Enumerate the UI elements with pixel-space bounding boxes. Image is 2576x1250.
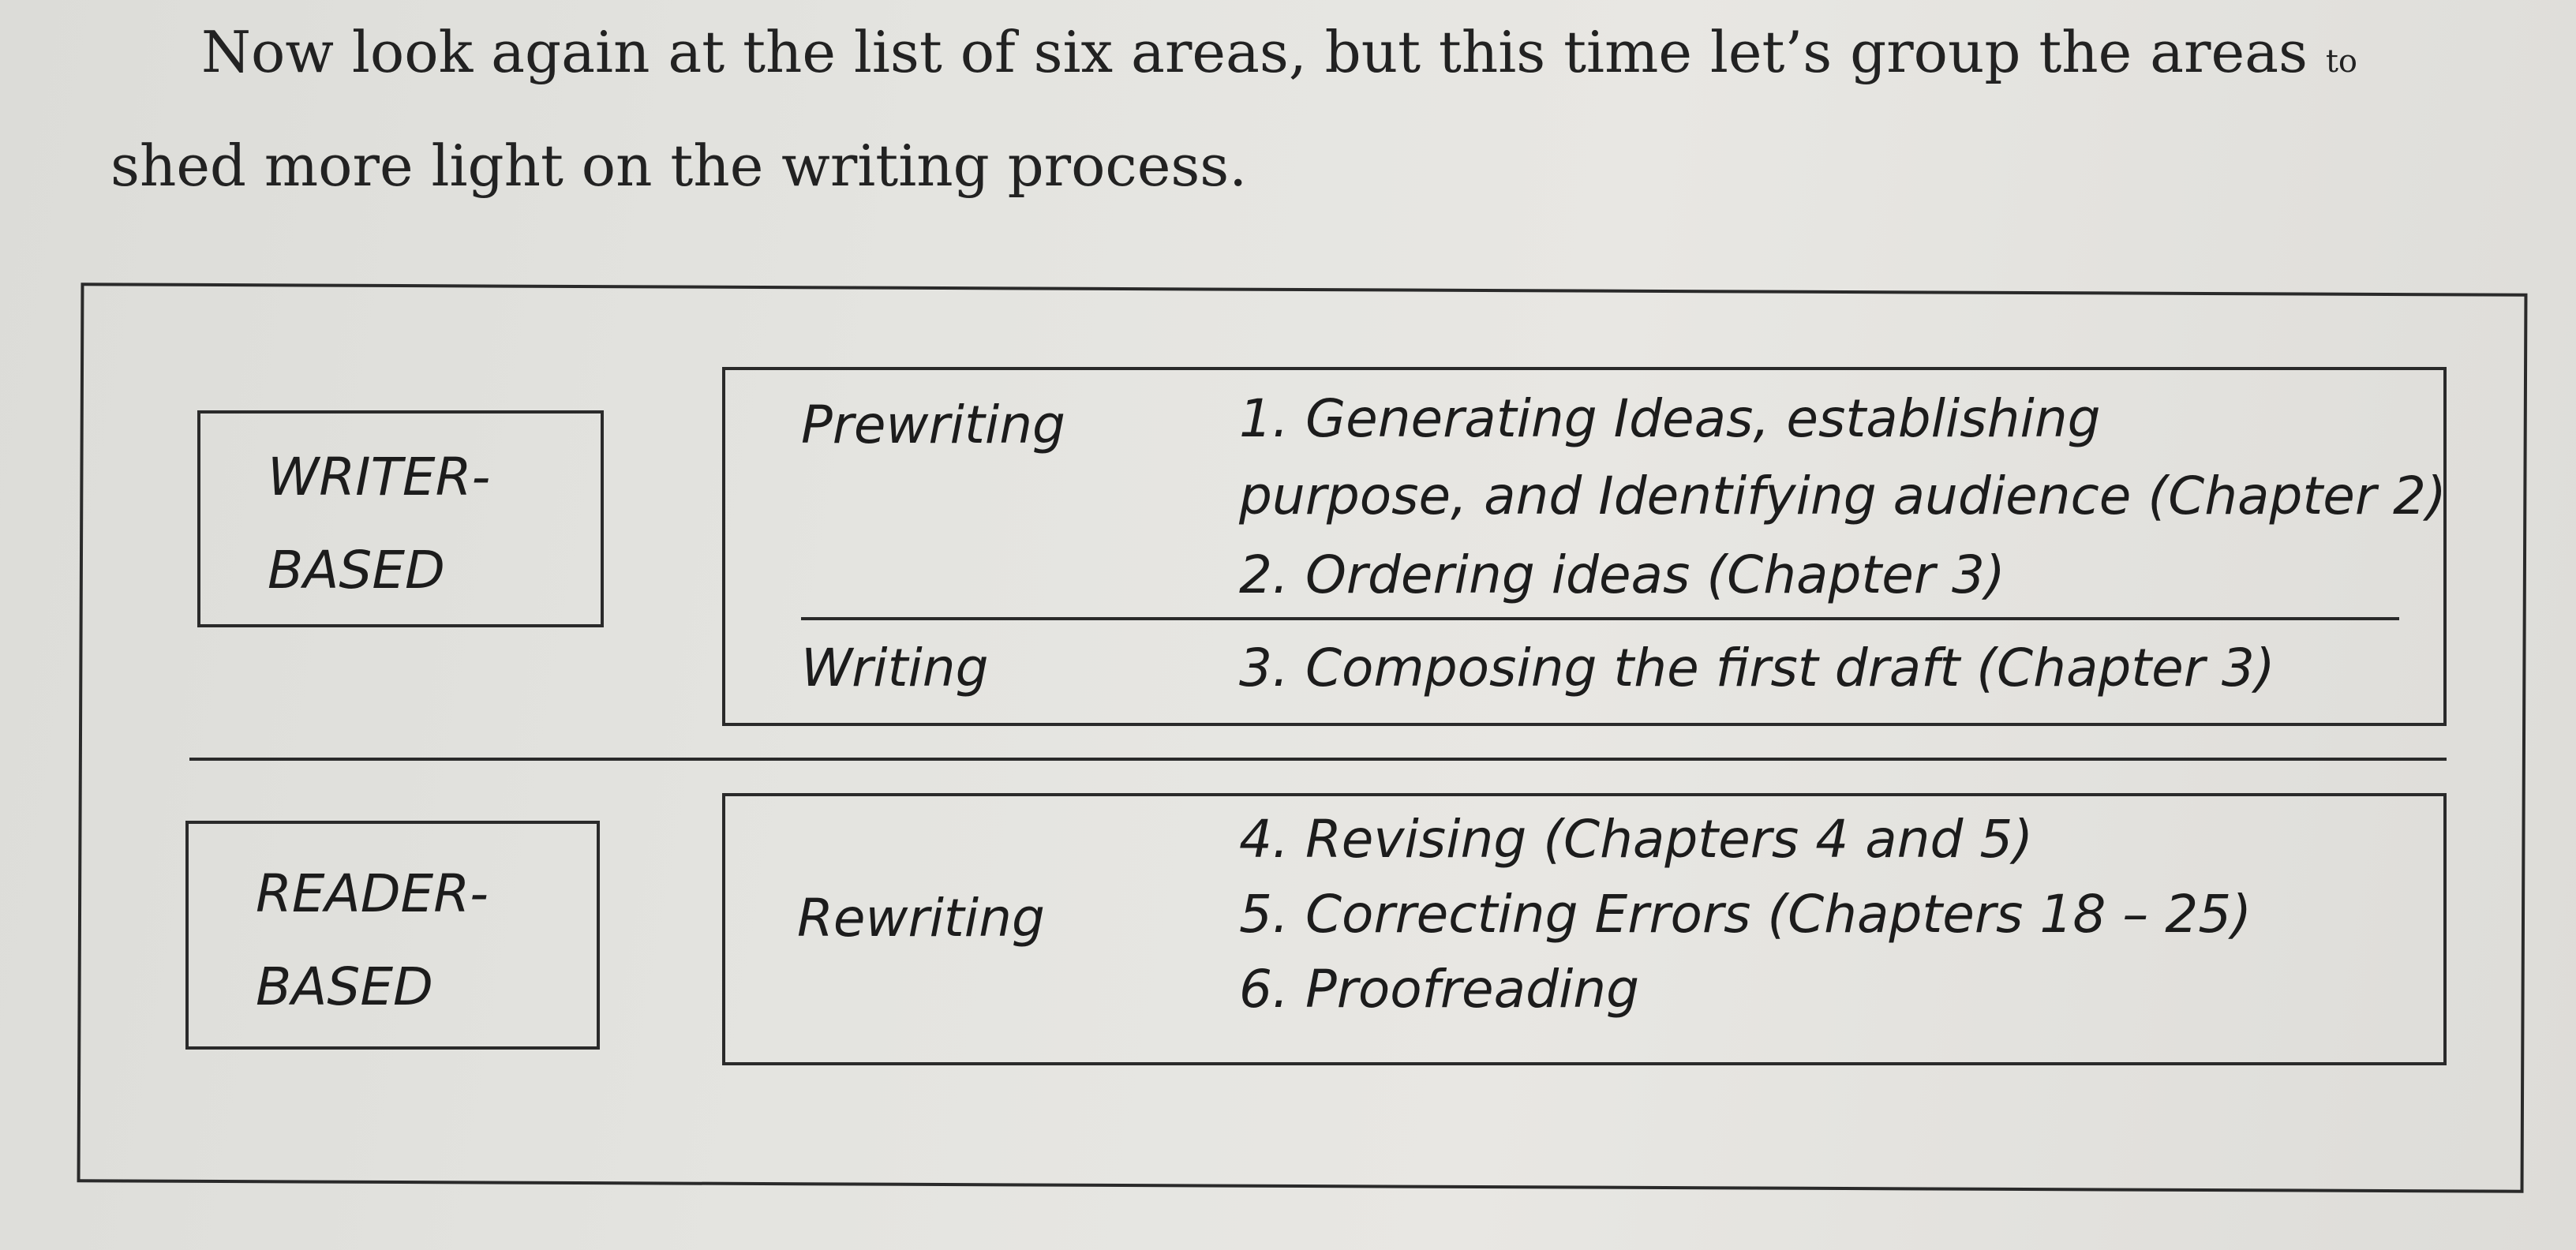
item-1-line-1: 1. Generating Ideas, establishing — [1239, 388, 2101, 449]
prewriting-writing-divider — [801, 617, 2399, 620]
item-6: 6. Proofreading — [1239, 959, 1640, 1020]
item-5: 5. Correcting Errors (Chapters 18 – 25) — [1239, 884, 2252, 945]
item-2: 2. Ordering ideas (Chapter 3) — [1239, 545, 2005, 605]
writer-based-line-2: BASED — [268, 540, 445, 601]
reader-based-line-1: READER- — [256, 863, 489, 924]
reader-based-line-2: BASED — [256, 956, 433, 1017]
writer-based-line-1: WRITER- — [268, 447, 491, 507]
item-1-line-2: purpose, and Identifying audience (Chapt… — [1239, 466, 2447, 526]
item-4: 4. Revising (Chapters 4 and 5) — [1239, 809, 2034, 870]
intro-paragraph: Now look again at the list of six areas,… — [110, 0, 2525, 218]
prewriting-label: Prewriting — [801, 395, 1065, 455]
writer-based-box: WRITER- BASED — [197, 410, 604, 627]
intro-line-2: shed more light on the writing process. — [110, 133, 1248, 199]
intro-line-1-text: Now look again at the list of six areas,… — [201, 19, 2308, 85]
writer-reader-divider — [189, 758, 2447, 761]
writing-label: Writing — [801, 638, 989, 698]
intro-line-1: Now look again at the list of six areas,… — [110, 0, 2525, 114]
item-3: 3. Composing the first draft (Chapter 3) — [1239, 638, 2275, 698]
reader-based-box: READER- BASED — [185, 821, 600, 1050]
reader-based-label: READER- BASED — [189, 824, 597, 1034]
rewriting-label: Rewriting — [797, 888, 1045, 949]
writer-based-label: WRITER- BASED — [200, 414, 601, 617]
intro-line-1-tail: to — [2325, 43, 2358, 80]
